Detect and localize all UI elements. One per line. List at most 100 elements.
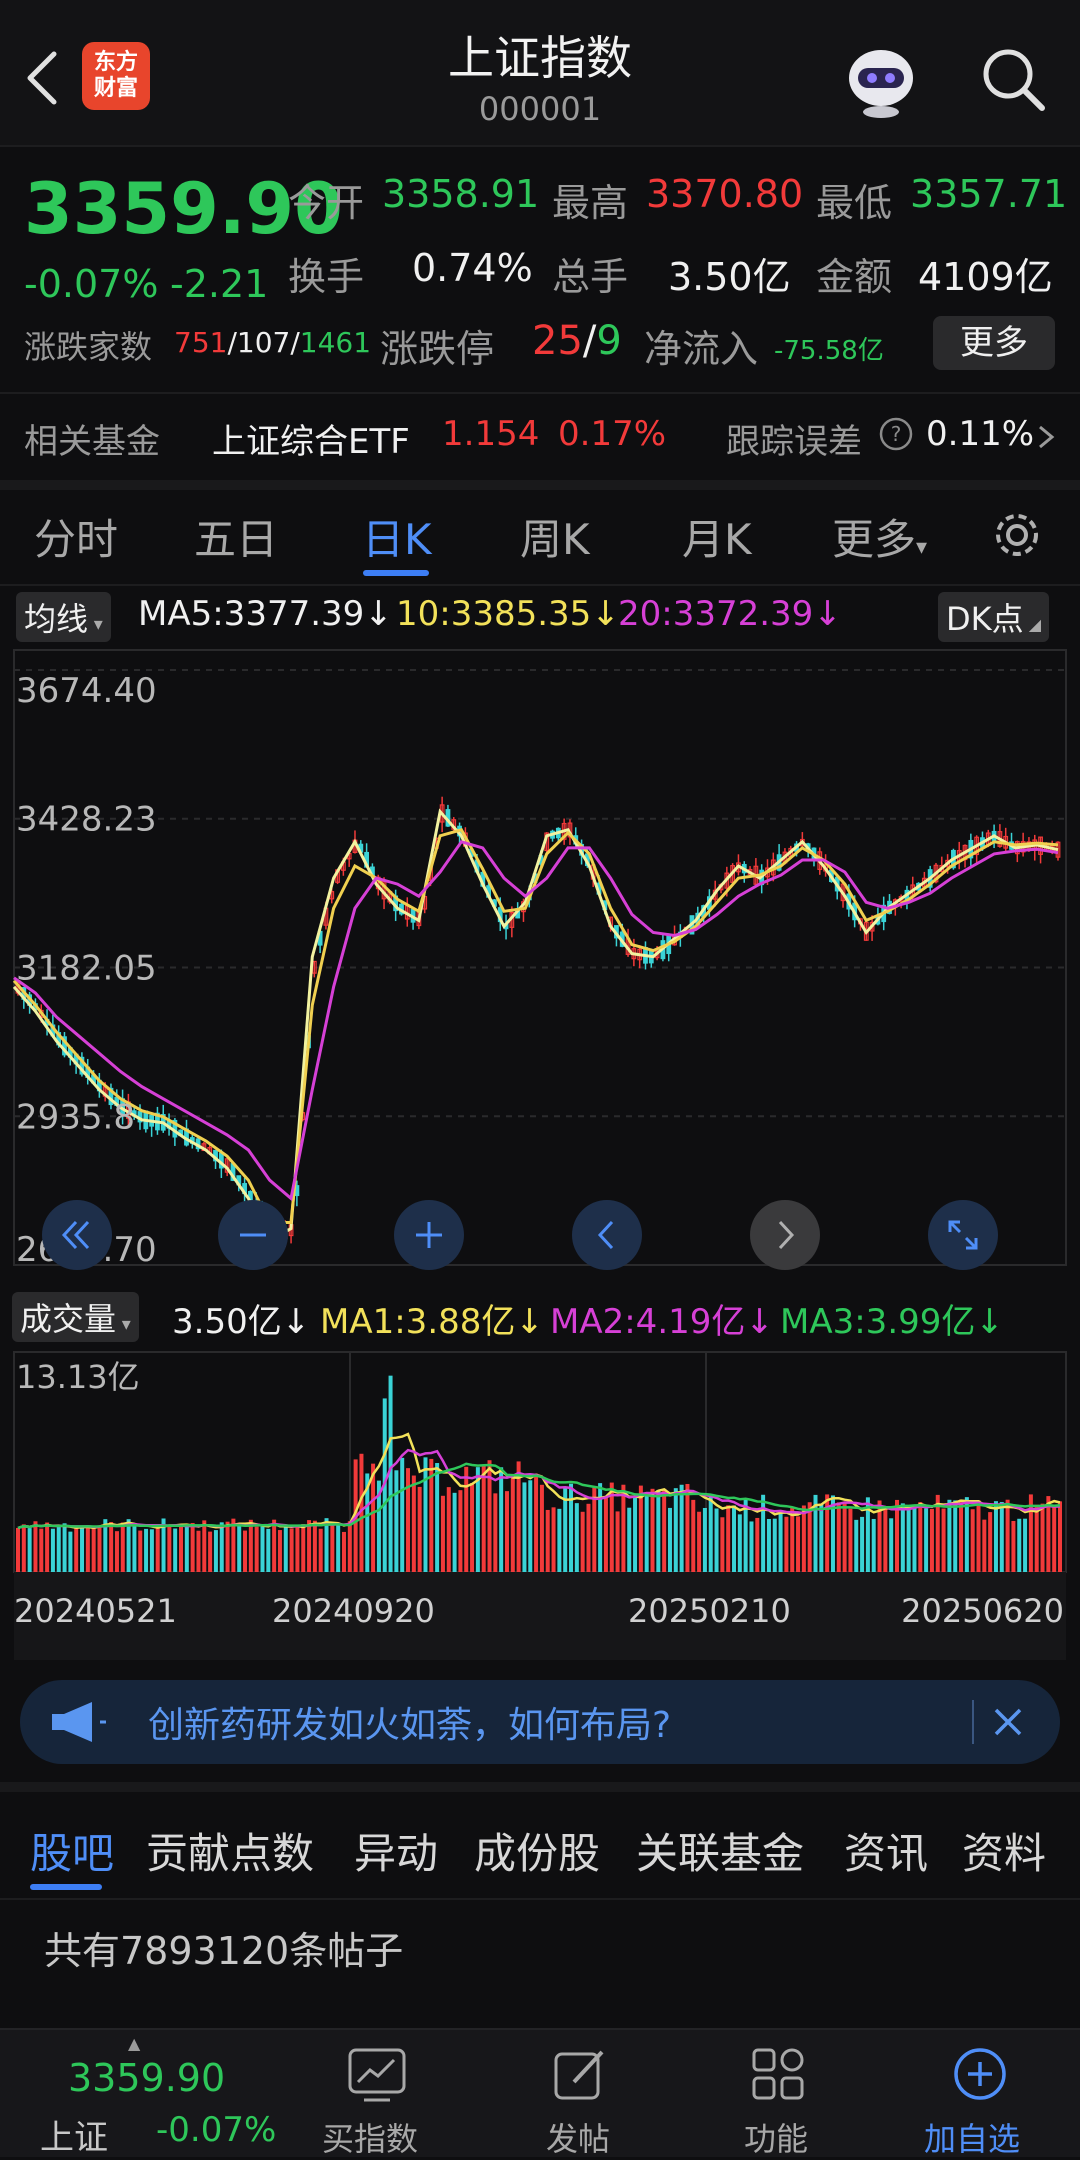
settings-gear-icon[interactable] [990,508,1044,562]
kline-grid [13,649,1067,1266]
tab-related-funds[interactable]: 关联基金 [636,1820,804,1881]
volume-bar [301,1523,306,1572]
tracking-error-label: 跟踪误差 [726,422,862,462]
ma20-value: 20:3372.39↓ [618,594,842,634]
tab-more[interactable]: 更多▾ [832,506,927,567]
tab-monthly-k[interactable]: 月K [682,506,752,567]
tab-forum[interactable]: 股吧 [30,1820,114,1881]
close-icon[interactable] [988,1702,1028,1742]
index-mini-quote[interactable]: ▲ 3359.90 上证 -0.07% [0,2030,280,2158]
volume-bar [266,1528,271,1572]
tab-anomaly[interactable]: 异动 [354,1820,438,1881]
robot-assistant-icon[interactable] [840,38,922,120]
related-fund-row[interactable]: 相关基金 上证综合ETF 1.154 0.17% 跟踪误差 ? 0.11% [0,392,1080,490]
more-button[interactable]: 更多 [933,316,1055,370]
tab-intraday[interactable]: 分时 [34,506,118,567]
bottom-nav: ▲ 3359.90 上证 -0.07% 买指数 发帖 功能 加自选 [0,2028,1080,2158]
volume-bar [929,1508,934,1572]
volume-bar [714,1508,719,1572]
netflow-value: -75.58亿 [774,336,884,366]
volume-bar [842,1502,847,1572]
volume-chart[interactable]: 13.13亿 20240521 20240920 20250210 20250620 [0,1340,1080,1660]
volume-bar [74,1528,79,1572]
volume-bar [801,1505,806,1572]
volume-bar [470,1482,475,1572]
volume-ma3-text: MA3:3.99亿 [780,1302,976,1342]
volume-bar [126,1519,131,1572]
kline-y-ticks: 3674.403428.233182.052935.82689.70 [16,671,157,1270]
volume-bar [534,1473,539,1572]
volume-bar [155,1524,160,1572]
tab-news[interactable]: 资讯 [844,1820,928,1881]
nav-post[interactable]: 发帖 [510,2030,650,2158]
volume-ma1-text: MA1:3.88亿 [320,1302,516,1342]
nav-functions[interactable]: 功能 [708,2030,848,2158]
volume-bar [27,1528,32,1572]
kline-chart[interactable]: 3674.403428.233182.052935.82689.70 [0,640,1080,1280]
dk-label: DK点 [946,600,1024,638]
zoom-out-button[interactable] [218,1200,288,1270]
volume-bar [545,1509,550,1572]
nav-buy-index[interactable]: 买指数 [308,2030,448,2158]
turnover-value: 0.74% [412,246,533,290]
fund-name: 上证综合ETF [212,422,410,462]
nav-add-watchlist[interactable]: 加自选 [906,2030,1056,2158]
volume-bar [941,1508,946,1572]
volume-bar [196,1530,201,1572]
volume-selector[interactable]: 成交量 ▾ [12,1292,139,1342]
header-bar: 东方 财富 上证指数 000001 [0,0,1080,147]
tab-contribution[interactable]: 贡献点数 [146,1820,314,1881]
content-tabs: 股吧 贡献点数 异动 成份股 关联基金 资讯 资料 [0,1782,1080,1900]
volume-bar [458,1490,463,1572]
chevron-right-icon [1039,425,1055,449]
tab-constituents[interactable]: 成份股 [474,1820,600,1881]
low-value: 3357.71 [910,172,1068,216]
tab-five-day[interactable]: 五日 [194,506,278,567]
tab-profile[interactable]: 资料 [962,1820,1046,1881]
volume-bar [627,1507,632,1572]
volume-bar [522,1482,527,1572]
high-label: 最高 [552,181,629,225]
scroll-right-button[interactable] [750,1200,820,1270]
volume-bar [16,1527,20,1572]
volume-current: 3.50亿↓ [172,1302,311,1342]
limit-values: 25/9 [532,318,622,364]
limit-label: 涨跌停 [380,327,495,371]
volume-bar [1023,1518,1028,1572]
scroll-left-fast-button[interactable] [42,1200,112,1270]
volume-bar [720,1517,725,1572]
volume-bar [295,1525,300,1572]
ma-legend-row: 均线 ▾ MA5:3377.39↓ 10:3385.35↓ 20:3372.39… [0,588,1080,642]
help-icon[interactable]: ? [878,416,914,452]
volume-bar [871,1518,876,1572]
volume-bar [895,1499,900,1572]
volume-bar [114,1531,119,1572]
scroll-left-button[interactable] [572,1200,642,1270]
ma-selector[interactable]: 均线 ▾ [16,592,111,642]
tab-daily-k[interactable]: 日K [362,506,432,567]
minus-icon [240,1233,266,1237]
volume-bar [50,1528,55,1572]
date-tick-label: 20240521 [14,1592,177,1630]
volume-bar [615,1511,620,1572]
grid-apps-icon [752,2048,804,2100]
volume-bar [45,1522,50,1572]
advancers: 751 [174,326,228,359]
kline-frame [13,649,1067,1266]
search-icon[interactable] [978,44,1048,114]
volume-bar [918,1502,923,1572]
dk-point-button[interactable]: DK点 ◢ [938,592,1050,642]
volume-bar [697,1511,702,1572]
volume-bar [167,1526,172,1572]
fullscreen-button[interactable] [928,1200,998,1270]
open-label: 今开 [288,181,365,225]
volume-bar [225,1521,230,1572]
volume-bar [324,1518,329,1572]
volume-bar [435,1463,440,1572]
news-banner[interactable]: 创新药研发如火如荼，如何布局? [20,1680,1060,1764]
volume-bar [97,1525,102,1572]
volume-bar [68,1531,73,1572]
volume-bar [91,1528,96,1572]
zoom-in-button[interactable] [394,1200,464,1270]
tab-weekly-k[interactable]: 周K [520,506,590,567]
